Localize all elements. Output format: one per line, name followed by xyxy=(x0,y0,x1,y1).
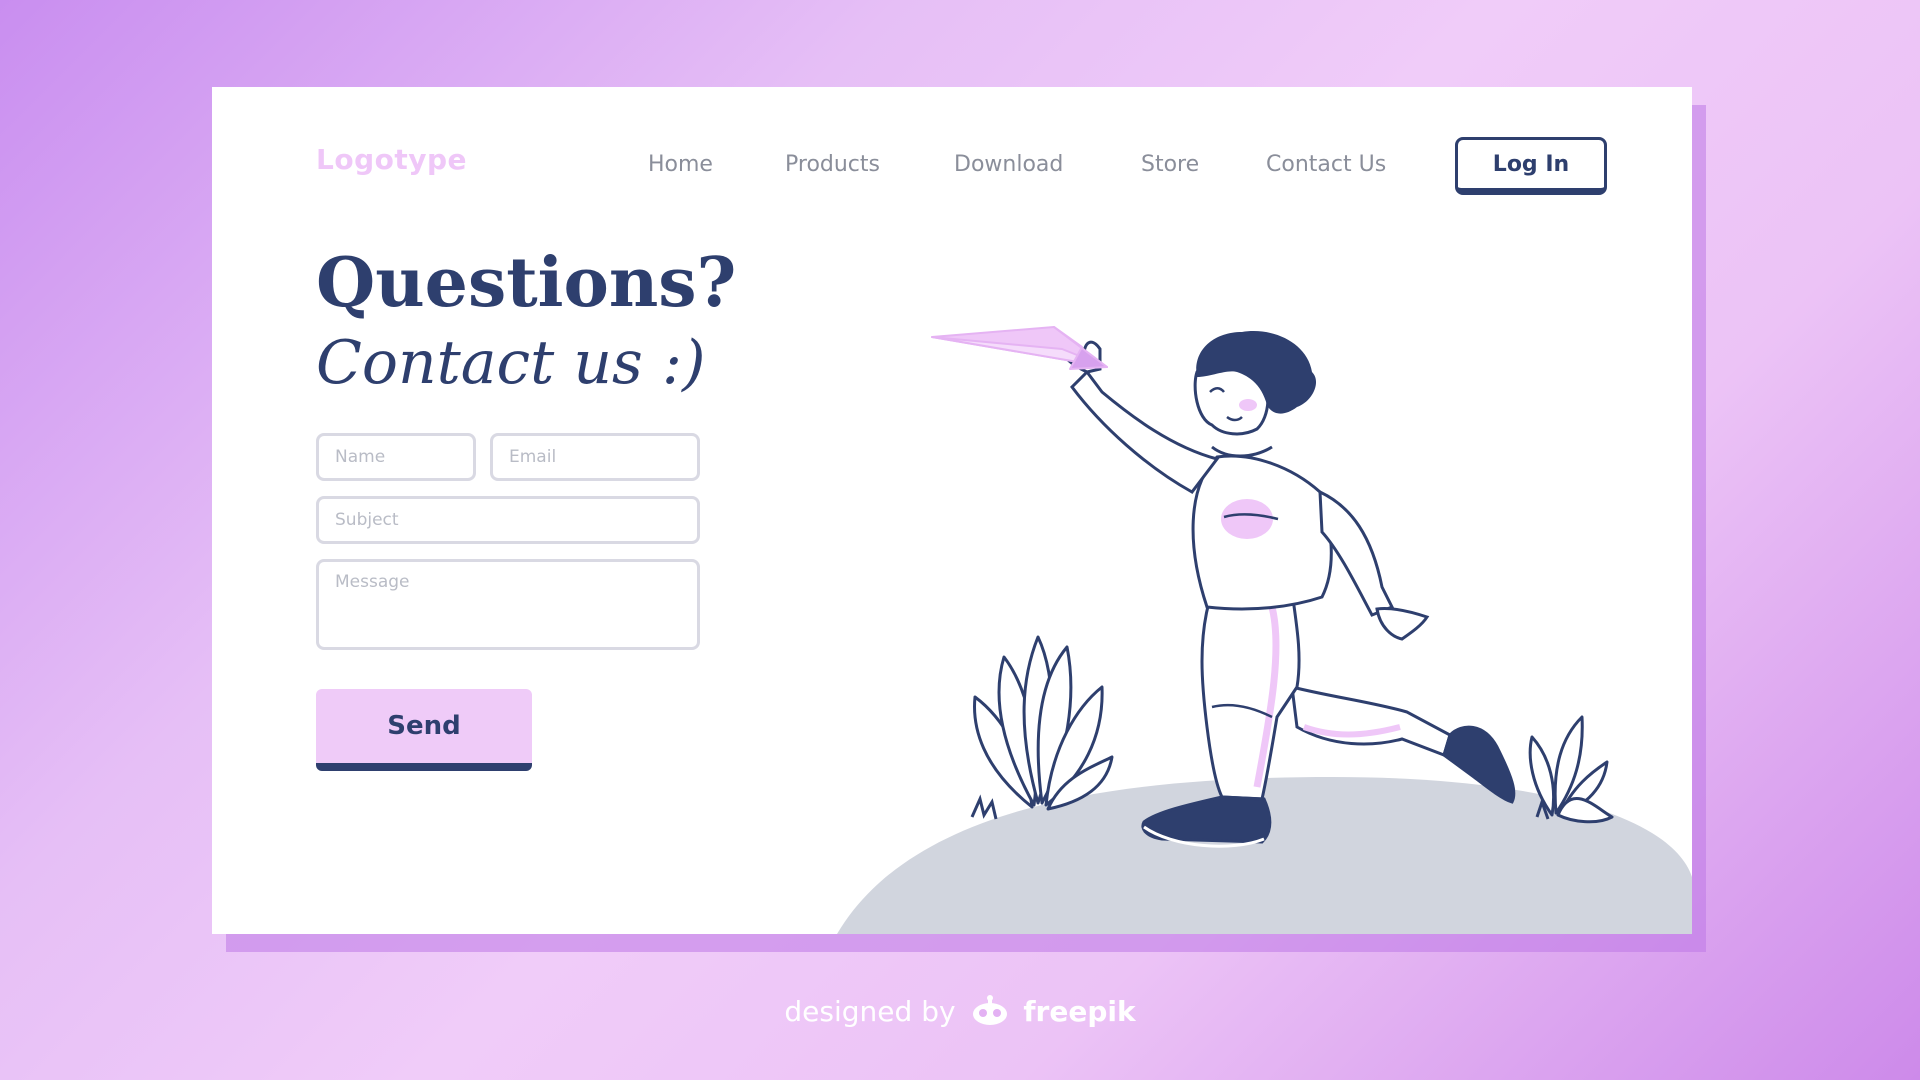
nav-item-download[interactable]: Download xyxy=(954,152,1063,177)
freepik-credit[interactable]: designed by freepik xyxy=(0,995,1920,1028)
name-input[interactable] xyxy=(316,433,476,481)
left-plant xyxy=(973,635,1114,811)
nav-item-contact-us[interactable]: Contact Us xyxy=(1266,152,1386,177)
message-textarea[interactable] xyxy=(316,559,700,650)
subject-input[interactable] xyxy=(316,496,700,544)
send-button[interactable]: Send xyxy=(316,689,532,771)
email-input[interactable] xyxy=(490,433,700,481)
login-button[interactable]: Log In xyxy=(1455,137,1607,195)
credit-prefix: designed by xyxy=(784,995,956,1028)
page-title: Questions? xyxy=(316,243,737,323)
shirt-patch xyxy=(1221,499,1273,539)
nav-item-store[interactable]: Store xyxy=(1141,152,1199,177)
paper-plane xyxy=(931,326,1108,370)
landing-card: Logotype Home Products Download Store Co… xyxy=(212,87,1692,934)
freepik-icon xyxy=(973,995,1008,1025)
page-subtitle: Contact us :) xyxy=(316,328,706,398)
credit-brand: freepik xyxy=(1023,995,1136,1028)
nav-item-products[interactable]: Products xyxy=(785,152,880,177)
nav-item-home[interactable]: Home xyxy=(648,152,713,177)
